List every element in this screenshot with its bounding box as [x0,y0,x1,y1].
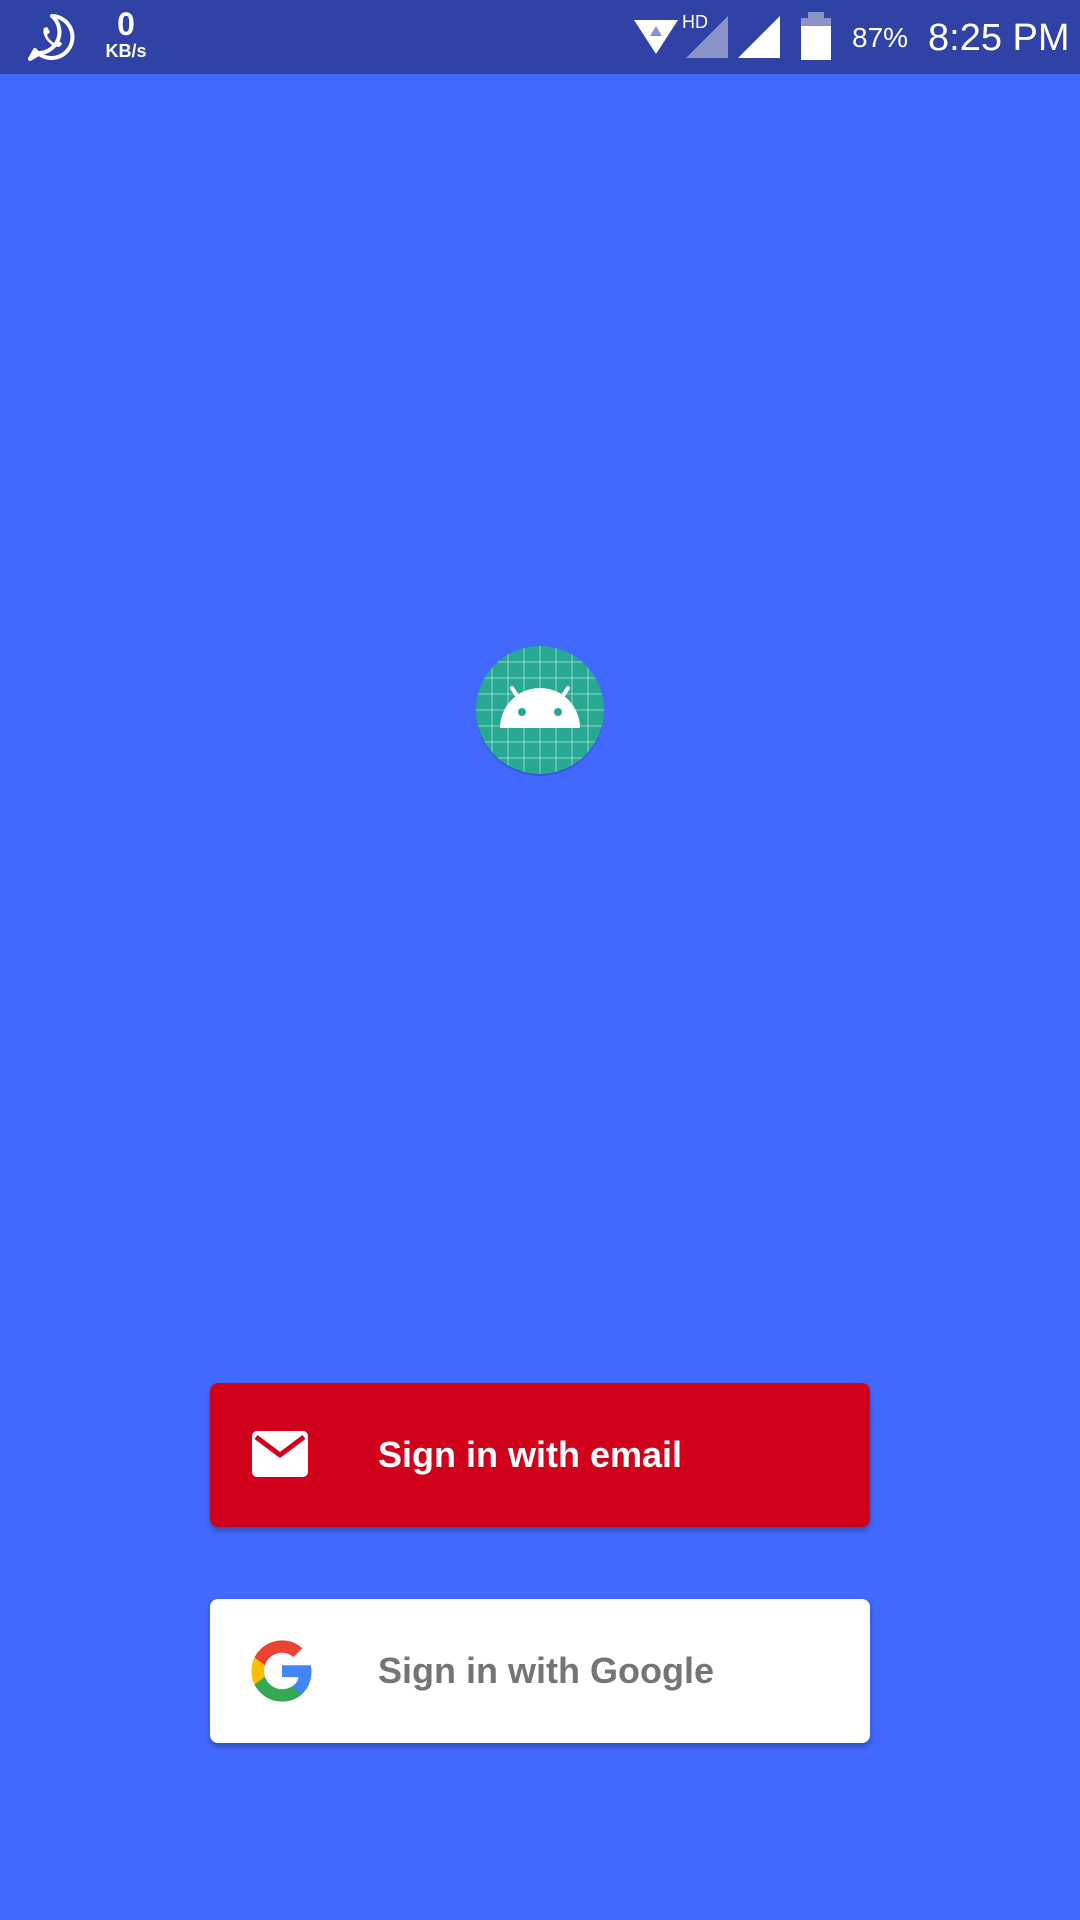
android-app-icon [476,646,604,776]
sign-in-google-label: Sign in with Google [378,1650,714,1691]
status-bar: 0 KB/s HD 87% 8:25 PM [0,0,1080,74]
sign-in-email-label: Sign in with email [378,1434,683,1475]
clock: 8:25 PM [928,17,1070,59]
sign-in-email-button[interactable]: Sign in with email [210,1383,870,1527]
google-icon [251,1640,312,1702]
network-speed-value: 0 [117,6,135,42]
whatsapp-icon [28,14,75,61]
network-type-label: HD [682,12,708,32]
signal-hd-icon: HD [682,12,728,58]
signal-icon [738,16,780,58]
battery-percent: 87% [852,22,909,53]
sign-in-google-button[interactable]: Sign in with Google [210,1599,870,1743]
network-speed-unit: KB/s [105,41,147,61]
network-speed: 0 KB/s [98,8,154,60]
email-icon [252,1431,308,1477]
battery-icon [801,12,831,60]
wifi-icon [634,20,678,54]
